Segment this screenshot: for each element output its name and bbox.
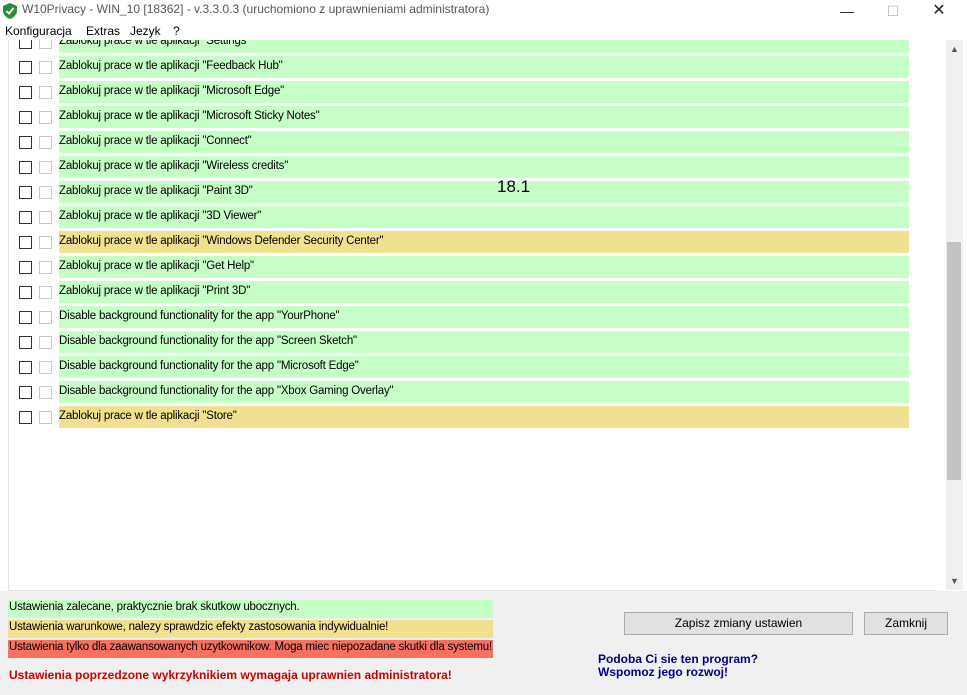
setting-secondary-checkbox[interactable]	[39, 386, 52, 399]
setting-checkbox[interactable]	[19, 211, 32, 224]
setting-row: Zablokuj prace w tle aplikacji "Feedback…	[9, 55, 937, 80]
setting-label[interactable]: Zablokuj prace w tle aplikacji "Windows …	[59, 231, 909, 253]
setting-label[interactable]: Zablokuj prace w tle aplikacji "Store"	[59, 406, 909, 428]
setting-label[interactable]: Zablokuj prace w tle aplikacji "Get Help…	[59, 256, 909, 278]
setting-checkbox[interactable]	[19, 361, 32, 374]
shield-check-icon	[3, 3, 17, 19]
setting-row: Zablokuj prace w tle aplikacji "Paint 3D…	[9, 180, 937, 205]
setting-label[interactable]: Zablokuj prace w tle aplikacji "Settings…	[59, 40, 909, 53]
setting-label[interactable]: Zablokuj prace w tle aplikacji "Print 3D…	[59, 281, 909, 303]
legend-red: Ustawienia tylko dla zaawansowanych uzyt…	[8, 640, 493, 658]
setting-secondary-checkbox[interactable]	[39, 111, 52, 124]
setting-checkbox[interactable]	[19, 386, 32, 399]
setting-secondary-checkbox[interactable]	[39, 40, 52, 49]
legend-yellow: Ustawienia warunkowe, nalezy sprawdzic e…	[8, 620, 493, 638]
setting-checkbox[interactable]	[19, 261, 32, 274]
setting-label[interactable]: Zablokuj prace w tle aplikacji "Connect"	[59, 131, 909, 153]
setting-row: Zablokuj prace w tle aplikacji "Print 3D…	[9, 280, 937, 305]
setting-secondary-checkbox[interactable]	[39, 311, 52, 324]
setting-secondary-checkbox[interactable]	[39, 186, 52, 199]
setting-row: Zablokuj prace w tle aplikacji "Microsof…	[9, 105, 937, 130]
setting-label[interactable]: Zablokuj prace w tle aplikacji "Microsof…	[59, 81, 909, 103]
setting-checkbox[interactable]	[19, 136, 32, 149]
setting-secondary-checkbox[interactable]	[39, 211, 52, 224]
setting-checkbox[interactable]	[19, 311, 32, 324]
setting-row: Zablokuj prace w tle aplikacji "3D Viewe…	[9, 205, 937, 230]
setting-checkbox[interactable]	[19, 236, 32, 249]
setting-label[interactable]: Zablokuj prace w tle aplikacji "Paint 3D…	[59, 181, 909, 203]
save-settings-button[interactable]: Zapisz zmiany ustawien	[624, 612, 853, 635]
setting-row: Disable background functionality for the…	[9, 305, 937, 330]
setting-secondary-checkbox[interactable]	[39, 411, 52, 424]
setting-label[interactable]: Disable background functionality for the…	[59, 306, 909, 328]
setting-label[interactable]: Zablokuj prace w tle aplikacji "Wireless…	[59, 156, 909, 178]
menu-konfiguracja[interactable]: Konfiguracja	[5, 24, 72, 38]
setting-row: Zablokuj prace w tle aplikacji "Windows …	[9, 230, 937, 255]
setting-checkbox[interactable]	[19, 411, 32, 424]
overlay-number: 18.1	[497, 177, 531, 196]
setting-secondary-checkbox[interactable]	[39, 136, 52, 149]
setting-row: Zablokuj prace w tle aplikacji "Get Help…	[9, 255, 937, 280]
setting-row: Disable background functionality for the…	[9, 355, 937, 380]
setting-secondary-checkbox[interactable]	[39, 261, 52, 274]
footer-panel: Ustawienia zalecane, praktycznie brak sk…	[0, 591, 967, 695]
setting-secondary-checkbox[interactable]	[39, 236, 52, 249]
setting-secondary-checkbox[interactable]	[39, 361, 52, 374]
setting-checkbox[interactable]	[19, 111, 32, 124]
scrollbar-thumb[interactable]	[947, 242, 961, 480]
setting-label[interactable]: Zablokuj prace w tle aplikacji "Microsof…	[59, 106, 909, 128]
setting-row: Zablokuj prace w tle aplikacji "Store"	[9, 405, 937, 430]
close-button[interactable]: Zamknij	[864, 612, 948, 635]
setting-checkbox[interactable]	[19, 86, 32, 99]
scroll-down-icon[interactable]: ▼	[946, 574, 963, 588]
legend-green: Ustawienia zalecane, praktycznie brak sk…	[8, 600, 493, 618]
window-title: W10Privacy - WIN_10 [18362] - v.3.3.0.3 …	[22, 2, 490, 16]
setting-secondary-checkbox[interactable]	[39, 86, 52, 99]
setting-label[interactable]: Zablokuj prace w tle aplikacji "Feedback…	[59, 56, 909, 78]
setting-label[interactable]: Zablokuj prace w tle aplikacji "3D Viewe…	[59, 206, 909, 228]
setting-row: Zablokuj prace w tle aplikacji "Microsof…	[9, 80, 937, 105]
maximize-button[interactable]: ☐	[871, 0, 915, 22]
scroll-up-icon[interactable]: ▲	[946, 42, 963, 56]
support-link-line1[interactable]: Podoba Ci sie ten program?	[598, 652, 758, 666]
setting-checkbox[interactable]	[19, 161, 32, 174]
setting-secondary-checkbox[interactable]	[39, 286, 52, 299]
menu-jezyk[interactable]: Jezyk	[130, 24, 161, 38]
close-window-button[interactable]: ✕	[917, 0, 961, 22]
setting-secondary-checkbox[interactable]	[39, 161, 52, 174]
support-link-line2[interactable]: Wspomoz jego rozwoj!	[598, 665, 728, 679]
setting-checkbox[interactable]	[19, 61, 32, 74]
setting-checkbox[interactable]	[19, 286, 32, 299]
minimize-button[interactable]: —	[825, 0, 869, 22]
setting-secondary-checkbox[interactable]	[39, 336, 52, 349]
setting-row: Zablokuj prace w tle aplikacji "Wireless…	[9, 155, 937, 180]
vertical-scrollbar[interactable]: ▲ ▼	[946, 40, 963, 590]
menu-bar: Konfiguracja Extras Jezyk ?	[0, 22, 967, 40]
setting-row: Disable background functionality for the…	[9, 330, 937, 355]
setting-label[interactable]: Disable background functionality for the…	[59, 381, 909, 403]
setting-row: Zablokuj prace w tle aplikacji "Settings…	[9, 40, 937, 55]
setting-checkbox[interactable]	[19, 336, 32, 349]
setting-checkbox[interactable]	[19, 186, 32, 199]
title-bar: W10Privacy - WIN_10 [18362] - v.3.3.0.3 …	[0, 0, 967, 22]
setting-label[interactable]: Disable background functionality for the…	[59, 356, 909, 378]
admin-warning: Ustawienia poprzedzone wykrzyknikiem wym…	[9, 668, 452, 682]
setting-row: Disable background functionality for the…	[9, 380, 937, 405]
setting-secondary-checkbox[interactable]	[39, 61, 52, 74]
setting-checkbox[interactable]	[19, 40, 32, 49]
setting-label[interactable]: Disable background functionality for the…	[59, 331, 909, 353]
menu-help[interactable]: ?	[173, 24, 180, 38]
settings-list: Zablokuj prace w tle aplikacji "Settings…	[8, 40, 937, 591]
menu-extras[interactable]: Extras	[86, 24, 120, 38]
setting-row: Zablokuj prace w tle aplikacji "Connect"	[9, 130, 937, 155]
